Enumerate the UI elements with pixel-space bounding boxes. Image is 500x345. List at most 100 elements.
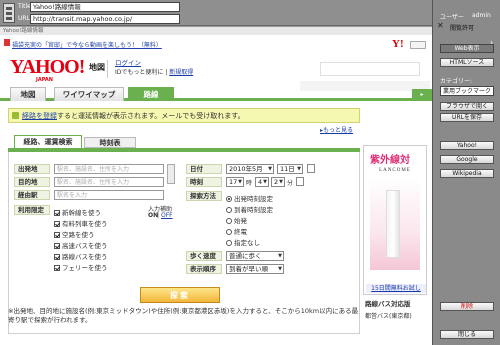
more-link-label: もっと見る (323, 127, 354, 134)
ad-text-1[interactable]: 路線バス対応版 (365, 298, 411, 308)
yahoo-logo[interactable]: YAHOO! (10, 56, 85, 79)
page-icon (3, 3, 15, 23)
date-month-select[interactable]: 2010年5月 (226, 164, 274, 174)
radio-departure[interactable]: 出発時刻設定 (226, 193, 273, 203)
time-min-ones-select[interactable]: 2 (271, 177, 285, 187)
radio-label: 到着時刻設定 (234, 206, 273, 214)
address-bar: Title: Yahoo!路線情報 URL: http://transit.ma… (0, 0, 432, 26)
minute-unit: 分 (287, 180, 294, 187)
checkbox-highway-bus[interactable]: 高速バスを使う (54, 240, 108, 250)
checkbox-label: フェリーを使う (62, 264, 108, 272)
more-link[interactable]: ▸もっと見る (320, 125, 353, 134)
radio-label: 終電 (234, 228, 247, 236)
time-label: 時刻 (186, 177, 222, 187)
open-in-browser-button[interactable]: ブラウザで開く (440, 102, 494, 111)
radio-arrival[interactable]: 到着時刻設定 (226, 204, 273, 214)
main-tabs: 地図 ワイワイマップ 路線 ▸ (0, 87, 432, 101)
web-view: Yahoo!路線情報 福袋充実の「官邸」で今なら動画を楽しもう！（無料） Y! … (0, 27, 432, 345)
checkbox-label: 高速バスを使う (62, 242, 108, 250)
to-input[interactable]: 駅名、施設名、住所を入力 (54, 177, 164, 187)
checkbox-shinkansen[interactable]: 新幹線を使う (54, 207, 101, 217)
checkbox-route-bus[interactable]: 路線バスを使う (54, 251, 108, 261)
from-label: 出発地 (14, 164, 50, 174)
ad-title: 紫外線対 (370, 155, 410, 166)
permission-label: 閲覧許可 (450, 25, 475, 32)
checkbox-paid-train[interactable]: 有料列車を使う (54, 218, 108, 228)
search-method-label: 探索方法 (186, 191, 222, 201)
ad-link[interactable]: 15日間無料お試し (366, 284, 426, 293)
ad-brand: LANCOME (379, 168, 411, 173)
header-widget[interactable] (410, 41, 426, 49)
html-source-button[interactable]: HTMLソース (440, 58, 494, 67)
tab-map[interactable]: 地図 (10, 87, 46, 101)
link-yahoo[interactable]: Yahoo! (440, 141, 494, 150)
register-route-link[interactable]: 経路を登録 (22, 112, 57, 120)
close-button[interactable]: 閉じる (440, 330, 494, 339)
header-links-area (320, 62, 420, 76)
order-label: 表示順序 (186, 264, 222, 274)
time-hour-select[interactable]: 17 (226, 177, 244, 187)
tab-waiwai-map[interactable]: ワイワイマップ (54, 87, 124, 101)
site-name: 地図 (89, 63, 105, 72)
checkbox-air[interactable]: 空路を使う (54, 229, 95, 239)
clock-icon[interactable] (296, 177, 304, 186)
tab-transit[interactable]: 路線 (128, 87, 174, 101)
user-label: ユーザー (440, 14, 464, 21)
save-url-button[interactable]: URLを保存 (440, 113, 494, 122)
title-field[interactable]: Yahoo!路線情報 (30, 2, 180, 12)
footnote: ※出発地、目的地に施設名(例:東京ミッドタウン)や住所(例:東京都港区赤坂)を入… (8, 307, 359, 324)
search-button[interactable]: 探索 (140, 287, 220, 303)
walk-speed-label: 歩く速度 (186, 251, 222, 261)
checkbox-label: 路線バスを使う (62, 253, 108, 261)
signup-link[interactable]: 新規取得 (169, 69, 193, 76)
date-label: 日付 (186, 164, 222, 174)
promo-icon (4, 39, 10, 46)
yahoo-small-logo[interactable]: Y! (392, 38, 404, 50)
radio-label: 出発時刻設定 (234, 195, 273, 203)
order-select[interactable]: 到着が早い順 (226, 264, 284, 274)
to-label: 目的地 (14, 177, 50, 187)
input-assist-separator: | (157, 212, 160, 219)
notice-message: すると運延情報が表示されます。メールでも受け取れます。 (57, 112, 245, 120)
tab-route-fare-search[interactable]: 経路、運賃検索 (14, 135, 82, 148)
close-x-icon[interactable]: ✕ (437, 21, 444, 30)
link-google[interactable]: Google (440, 155, 494, 164)
radio-last-train[interactable]: 終電 (226, 226, 247, 236)
date-day-select[interactable]: 11日 (277, 164, 303, 174)
via-input[interactable]: 駅名を入力 (54, 190, 164, 200)
web-view-button[interactable]: Web表示 (440, 44, 494, 53)
checkbox-label: 有料列車を使う (62, 220, 108, 228)
link-wikipedia[interactable]: Wikipedia (440, 169, 494, 178)
yahoo-logo-sub: JAPAN (36, 77, 53, 83)
notice-banner: 経路を登録すると運延情報が表示されます。メールでも受け取れます。 (8, 108, 360, 123)
checkbox-ferry[interactable]: フェリーを使う (54, 262, 108, 272)
from-input[interactable]: 駅名、施設名、住所を入力 (54, 164, 164, 174)
swap-button[interactable] (167, 164, 175, 184)
tab-right-edge[interactable]: ▸ (412, 89, 432, 101)
time-min-tens-select[interactable]: 4 (255, 177, 269, 187)
promo-link[interactable]: 福袋充実の「官邸」で今なら動画を楽しもう！（無料） (12, 40, 162, 49)
login-link[interactable]: ログイン (115, 57, 141, 67)
tab-timetable[interactable]: 時刻表 (84, 137, 136, 148)
notice-text: 経路を登録すると運延情報が表示されます。メールでも受け取れます。 (22, 111, 245, 121)
radio-first-train[interactable]: 始発 (226, 215, 247, 225)
category-field[interactable]: 業用ブックマーク (440, 86, 494, 96)
radio-unspecified[interactable]: 指定なし (226, 237, 260, 247)
id-promo: IDでもっと便利に | 新規取得 (115, 69, 194, 76)
ad-banner[interactable]: 紫外線対 LANCOME 15日間無料お試し (363, 145, 427, 295)
ad-product-image (386, 190, 400, 258)
calendar-icon[interactable] (307, 164, 315, 173)
info-icon (12, 112, 19, 119)
ad-text-2[interactable]: 都営バス(東京都) (365, 311, 412, 320)
app-frame: Title: Yahoo!路線情報 URL: http://transit.ma… (0, 0, 500, 345)
checkbox-label: 空路を使う (62, 231, 95, 239)
category-label: カテゴリー: (440, 78, 473, 85)
delete-button[interactable]: 削除 (440, 302, 494, 311)
url-field[interactable]: http://transit.map.yahoo.co.jp/ (30, 14, 180, 24)
input-assist-off[interactable]: OFF (161, 212, 173, 219)
walk-speed-select[interactable]: 普通に歩く (226, 251, 284, 261)
user-name: admin (472, 12, 491, 19)
id-text: IDでもっと便利に (115, 69, 164, 76)
via-label: 経由駅 (14, 190, 50, 200)
radio-label: 指定なし (234, 239, 260, 247)
